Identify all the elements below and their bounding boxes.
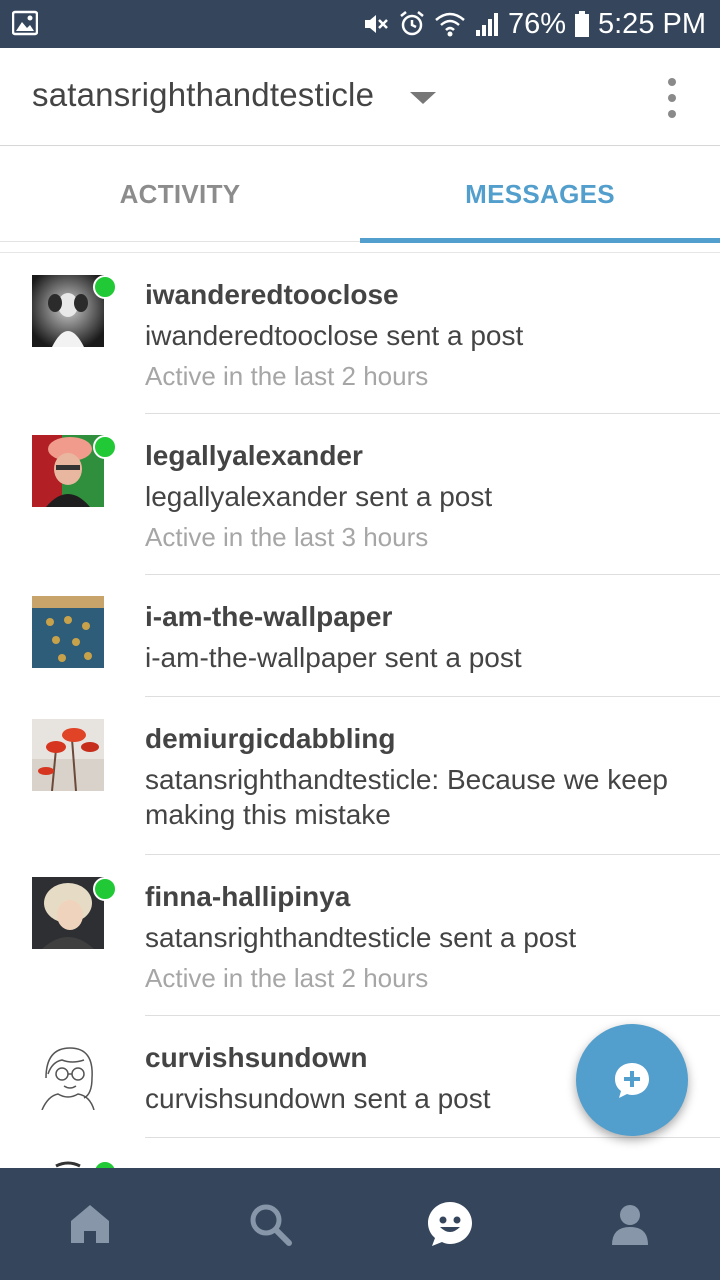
tab-messages-label: MESSAGES [465, 178, 615, 209]
active-tab-indicator [360, 238, 720, 243]
status-bar: 76% 5:25 PM [0, 0, 720, 48]
avatar [32, 596, 104, 668]
conversation-name: i-am-the-wallpaper [145, 601, 393, 632]
gallery-notification-icon [12, 10, 38, 36]
battery-percent: 76% [507, 7, 566, 40]
last-active: Active in the last 2 hours [145, 361, 429, 391]
conversation-row[interactable]: finna-hallipinya satansrighthandtesticle… [0, 855, 720, 1016]
search-icon [250, 1204, 292, 1246]
signal-icon [475, 13, 498, 36]
status-icons: 76% 5:25 PM [362, 0, 706, 48]
conversation-name: curvishsundown [145, 1042, 368, 1073]
conversation-name: legallyalexander [145, 440, 363, 471]
nav-messaging[interactable] [360, 1168, 540, 1280]
conversation-row[interactable]: iwanderedtooclose iwanderedtooclose sent… [0, 253, 720, 414]
tab-activity[interactable]: ACTIVITY [0, 146, 360, 242]
conversation-name: finna-hallipinya [145, 881, 351, 912]
conversation-row[interactable]: legallyalexander legallyalexander sent a… [0, 414, 720, 575]
messaging-icon [428, 1202, 472, 1246]
tab-bar: ACTIVITY MESSAGES [0, 146, 720, 243]
avatar [32, 719, 104, 791]
conversation-preview: i-am-the-wallpaper sent a post [145, 642, 522, 673]
nav-account[interactable] [540, 1168, 720, 1280]
dot-icon [668, 110, 676, 118]
nav-search[interactable] [180, 1168, 360, 1280]
conversation-preview: iwanderedtooclose sent a post [145, 320, 524, 351]
clock: 5:25 PM [598, 7, 706, 40]
tab-messages[interactable]: MESSAGES [360, 146, 720, 243]
battery-icon [575, 11, 589, 37]
wifi-icon [435, 12, 465, 37]
conversation-preview: satansrighthandtesticle: Because we keep… [145, 764, 668, 830]
online-indicator [93, 435, 117, 459]
last-active: Active in the last 2 hours [145, 963, 429, 993]
account-icon [612, 1205, 648, 1245]
home-icon [71, 1205, 109, 1243]
online-indicator [93, 877, 117, 901]
chevron-down-icon[interactable] [410, 92, 436, 104]
conversation-name: demiurgicdabbling [145, 723, 396, 754]
dot-icon [668, 94, 676, 102]
blog-selector-label[interactable]: satansrighthandtesticle [32, 76, 374, 114]
conversation-preview: satansrighthandtesticle sent a post [145, 922, 577, 953]
alarm-icon [400, 11, 424, 36]
bottom-navigation [0, 1168, 720, 1280]
nav-home[interactable] [0, 1168, 180, 1280]
overflow-menu-button[interactable] [660, 78, 684, 118]
conversation-row[interactable]: demiurgicdabbling satansrighthandtesticl… [0, 697, 720, 855]
avatar [32, 1038, 104, 1110]
last-active: Active in the last 3 hours [145, 522, 429, 552]
conversation-row[interactable] [0, 1138, 720, 1168]
app-header: satansrighthandtesticle [0, 48, 720, 146]
new-message-button[interactable] [576, 1024, 688, 1136]
conversation-preview: legallyalexander sent a post [145, 481, 493, 512]
mute-icon [364, 15, 388, 33]
compose-message-icon [615, 1063, 649, 1098]
dot-icon [668, 78, 676, 86]
online-indicator [93, 275, 117, 299]
conversation-row[interactable]: i-am-the-wallpaper i-am-the-wallpaper se… [0, 575, 720, 697]
conversation-name: iwanderedtooclose [145, 279, 399, 310]
